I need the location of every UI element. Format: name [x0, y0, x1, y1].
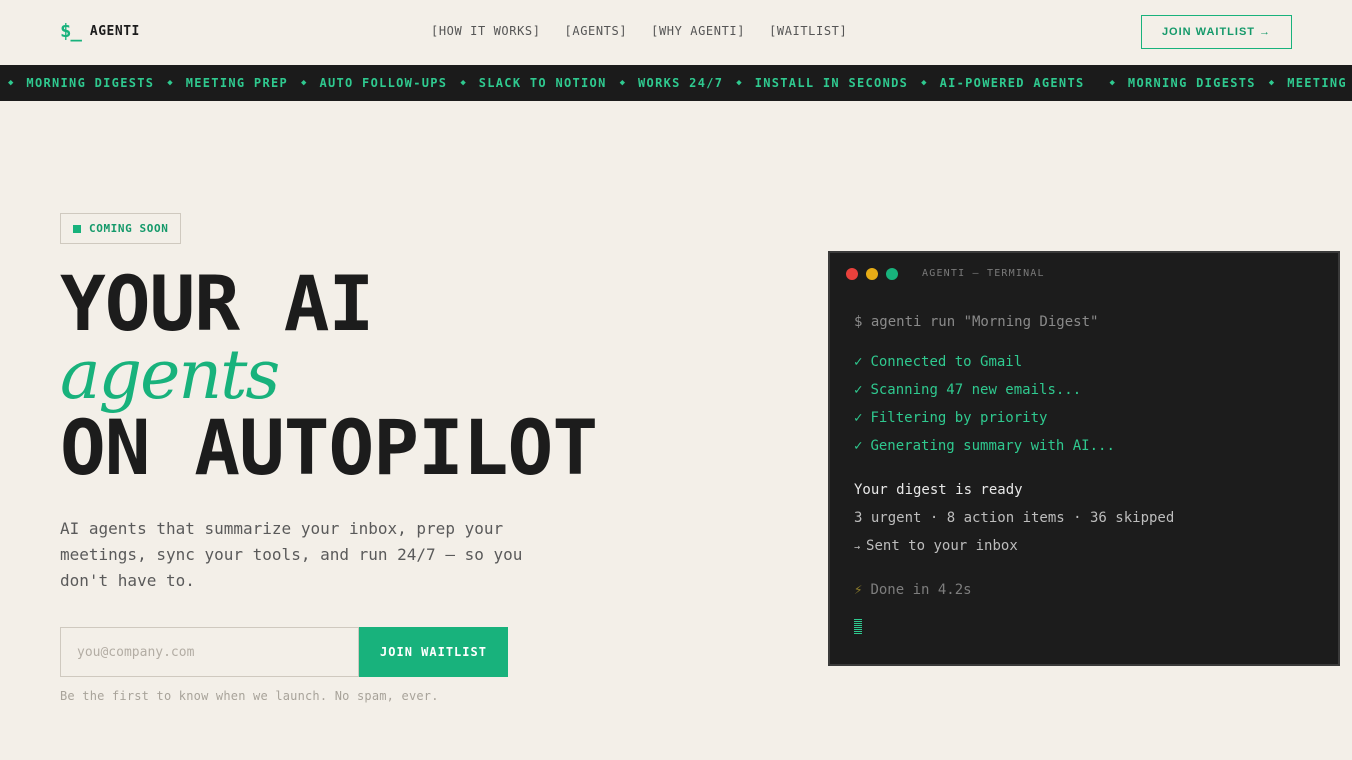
logo[interactable]: $_ AGENTI: [60, 20, 140, 42]
terminal-command: $ agenti run "Morning Digest": [854, 314, 1099, 330]
hero-title-line-1: YOUR AI: [60, 259, 374, 348]
email-input[interactable]: [60, 627, 359, 677]
diamond-separator-icon: ◆: [460, 78, 466, 88]
ticker-item: AI-POWERED AGENTS: [939, 76, 1085, 90]
lightning-icon: ⚡: [854, 582, 863, 598]
diamond-separator-icon: ◆: [921, 78, 927, 88]
maximize-dot-icon: [886, 268, 898, 280]
terminal-ready: Your digest is ready: [854, 482, 1023, 498]
diamond-separator-icon: ◆: [301, 78, 307, 88]
check-icon: ✓: [854, 354, 863, 370]
step-label: Generating summary with AI...: [870, 438, 1115, 454]
terminal-done: ⚡ Done in 4.2s: [854, 582, 972, 598]
ticker-item: MEETING PREP: [1287, 76, 1352, 90]
nav-how-it-works[interactable]: [HOW IT WORKS]: [431, 24, 541, 38]
check-icon: ✓: [854, 410, 863, 426]
badge-label: COMING SOON: [89, 222, 169, 235]
diamond-separator-icon: ◆: [1109, 78, 1115, 88]
terminal-step: ✓ Filtering by priority: [854, 410, 1047, 426]
header-join-waitlist-button[interactable]: JOIN WAITLIST →: [1141, 15, 1292, 49]
logo-mark: $_: [60, 20, 82, 42]
diamond-separator-icon: ◆: [736, 78, 742, 88]
minimize-dot-icon: [866, 268, 878, 280]
arrow-right-icon: →: [854, 542, 861, 553]
feature-ticker: ◆ MORNING DIGESTS ◆ MEETING PREP ◆ AUTO FOLLO…: [0, 65, 1352, 101]
close-dot-icon: [846, 268, 858, 280]
main-nav: [HOW IT WORKS] [AGENTS] [WHY AGENTI] [WA…: [431, 24, 847, 38]
terminal-window: AGENTI — TERMINAL $ agenti run "Morning …: [828, 251, 1340, 666]
check-icon: ✓: [854, 382, 863, 398]
terminal-step: ✓ Generating summary with AI...: [854, 438, 1115, 454]
terminal-cursor-icon: [854, 618, 862, 634]
nav-waitlist[interactable]: [WAITLIST]: [769, 24, 847, 38]
ticker-item: WORKS 24/7: [638, 76, 724, 90]
step-label: Scanning 47 new emails...: [870, 382, 1082, 398]
terminal-step: ✓ Scanning 47 new emails...: [854, 382, 1081, 398]
terminal-title: AGENTI — TERMINAL: [922, 268, 1045, 279]
hero-subtitle: AI agents that summarize your inbox, pre…: [60, 519, 523, 590]
terminal-step: ✓ Connected to Gmail: [854, 354, 1022, 370]
ticker-item: AUTO FOLLOW-UPS: [319, 76, 448, 90]
logo-text: AGENTI: [89, 23, 140, 39]
terminal-stats: 3 urgent · 8 action items · 36 skipped: [854, 510, 1175, 526]
diamond-separator-icon: ◆: [1268, 78, 1275, 88]
done-label: Done in 4.2s: [870, 582, 972, 598]
nav-why-agenti[interactable]: [WHY AGENTI]: [651, 24, 745, 38]
nav-agents[interactable]: [AGENTS]: [565, 24, 628, 38]
step-label: Connected to Gmail: [870, 354, 1023, 370]
ticker-item: MORNING DIGESTS: [26, 76, 155, 90]
sent-label: Sent to your inbox: [866, 538, 1018, 554]
diamond-separator-icon: ◆: [167, 78, 173, 88]
badge-square-icon: [73, 224, 81, 233]
fine-print: Be the first to know when we launch. No …: [60, 689, 439, 703]
ticker-item: MEETING PREP: [185, 76, 289, 90]
hero-title-line-3: ON AUTOPILOT: [60, 403, 598, 492]
ticker-item: INSTALL IN SECONDS: [754, 76, 909, 90]
ticker-item: SLACK TO NOTION: [478, 76, 607, 90]
step-label: Filtering by priority: [870, 410, 1048, 426]
diamond-separator-icon: ◆: [619, 78, 626, 88]
ticker-track: ◆ MORNING DIGESTS ◆ MEETING PREP ◆ AUTO FOLLO…: [0, 76, 1352, 90]
terminal-sent: → Sent to your inbox: [854, 538, 1018, 554]
coming-soon-badge: COMING SOON: [60, 213, 181, 244]
ticker-item: MORNING DIGESTS: [1127, 76, 1256, 90]
check-icon: ✓: [854, 438, 863, 454]
join-waitlist-button[interactable]: JOIN WAITLIST: [359, 627, 508, 677]
diamond-separator-icon: ◆: [8, 78, 14, 88]
site-header: $_ AGENTI [HOW IT WORKS] [AGENTS] [WHY A…: [0, 0, 1352, 65]
